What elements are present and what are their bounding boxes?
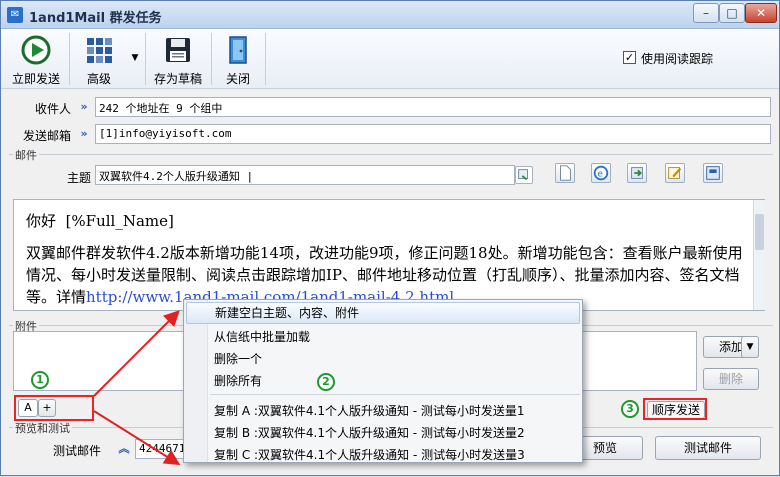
- highlight-box-sequential: [643, 398, 707, 420]
- test-email-button[interactable]: 测试邮件: [655, 436, 761, 460]
- edit-icon[interactable]: [665, 163, 685, 183]
- door-icon: [229, 36, 247, 64]
- close-label: 关闭: [225, 72, 250, 86]
- menu-item-copy-a[interactable]: 复制 A :双翼软件4.1个人版升级通知 - 测试每小时发送量1: [214, 402, 525, 419]
- floppy-disk-icon: [166, 38, 190, 62]
- menu-item-new-blank[interactable]: 新建空白主题、内容、附件: [186, 302, 580, 324]
- mail-body-editor[interactable]: 你好 [%Full_Name] 双翼邮件群发软件4.2版本新增功能14项，改进功…: [13, 199, 765, 311]
- track-reading-checkbox[interactable]: ✓: [623, 51, 636, 64]
- main-window: ✉ 1and1Mail 群发任务 – □ ✕ 立即发送 高级 ▼ 存为草稿 关闭…: [0, 0, 780, 476]
- mail-group-line: [9, 154, 773, 155]
- menu-item-copy-c[interactable]: 复制 C :双翼软件4.1个人版升级通知 - 测试每小时发送量3: [214, 446, 525, 463]
- recipients-field[interactable]: 242 个地址在 9 个组中: [95, 97, 771, 117]
- annotation-marker-3: 3: [621, 400, 639, 418]
- menu-item-delete-all[interactable]: 删除所有: [214, 372, 262, 389]
- track-reading-label: 使用阅读跟踪: [641, 52, 714, 66]
- advanced-dropdown-arrow[interactable]: ▼: [127, 53, 143, 67]
- play-icon: [21, 35, 51, 65]
- minimize-button[interactable]: –: [693, 3, 719, 23]
- recipients-expand-icon[interactable]: »: [77, 100, 91, 114]
- preview-group-label: 预览和测试: [13, 420, 72, 436]
- grid-icon: [87, 38, 112, 63]
- advanced-label: 高级: [86, 72, 111, 86]
- menu-separator: [210, 394, 580, 395]
- subject-field[interactable]: 双翼软件4.2个人版升级通知 |: [95, 165, 515, 185]
- save-draft-label: 存为草稿: [153, 72, 202, 86]
- send-now-label: 立即发送: [11, 72, 60, 86]
- sender-field[interactable]: [1]info@yiyisoft.com: [95, 124, 771, 144]
- svg-text:e: e: [597, 170, 603, 180]
- add-dropdown-arrow[interactable]: ▼: [741, 336, 759, 358]
- save-draft-button[interactable]: 存为草稿: [149, 31, 207, 87]
- close-window-button[interactable]: ✕: [745, 3, 777, 23]
- annotation-marker-1: 1: [31, 371, 49, 389]
- sender-label: 发送邮箱: [22, 129, 71, 143]
- annotation-marker-2: 2: [317, 373, 335, 391]
- menu-item-copy-b[interactable]: 复制 B :双翼软件4.1个人版升级通知 - 测试每小时发送量2: [214, 424, 525, 441]
- import-icon[interactable]: [627, 163, 647, 183]
- context-menu: 新建空白主题、内容、附件 从信纸中批量加载 删除一个 删除所有 复制 A :双翼…: [183, 299, 583, 463]
- subject-label: 主题: [66, 171, 91, 185]
- menu-item-load-from-stationery[interactable]: 从信纸中批量加载: [214, 328, 310, 345]
- app-icon: ✉: [7, 7, 23, 23]
- menu-item-delete-one[interactable]: 删除一个: [214, 350, 262, 367]
- subject-insert-icon[interactable]: [515, 166, 533, 184]
- advanced-button[interactable]: 高级: [73, 31, 125, 87]
- internet-explorer-icon[interactable]: e: [591, 163, 611, 183]
- title-bar: ✉ 1and1Mail 群发任务 – □ ✕: [1, 1, 779, 29]
- send-now-button[interactable]: 立即发送: [7, 31, 65, 87]
- window-title: 1and1Mail 群发任务: [29, 11, 162, 26]
- body-name-tag: [%Full_Name]: [65, 212, 174, 230]
- body-scrollbar[interactable]: [753, 200, 765, 310]
- template-icon[interactable]: [703, 163, 723, 183]
- delete-attachment-button[interactable]: 删除: [703, 368, 759, 390]
- highlight-box-tabs: [14, 395, 94, 421]
- test-email-label: 测试邮件: [52, 444, 101, 458]
- sender-expand-icon[interactable]: »: [77, 127, 91, 141]
- mail-group-label: 邮件: [13, 147, 39, 163]
- restore-button[interactable]: □: [719, 3, 745, 23]
- close-button[interactable]: 关闭: [215, 31, 261, 87]
- test-email-expand-icon[interactable]: ︽: [117, 442, 131, 456]
- body-greeting: 你好: [26, 212, 57, 230]
- recipients-label: 收件人: [34, 102, 71, 116]
- new-document-icon[interactable]: [555, 163, 575, 183]
